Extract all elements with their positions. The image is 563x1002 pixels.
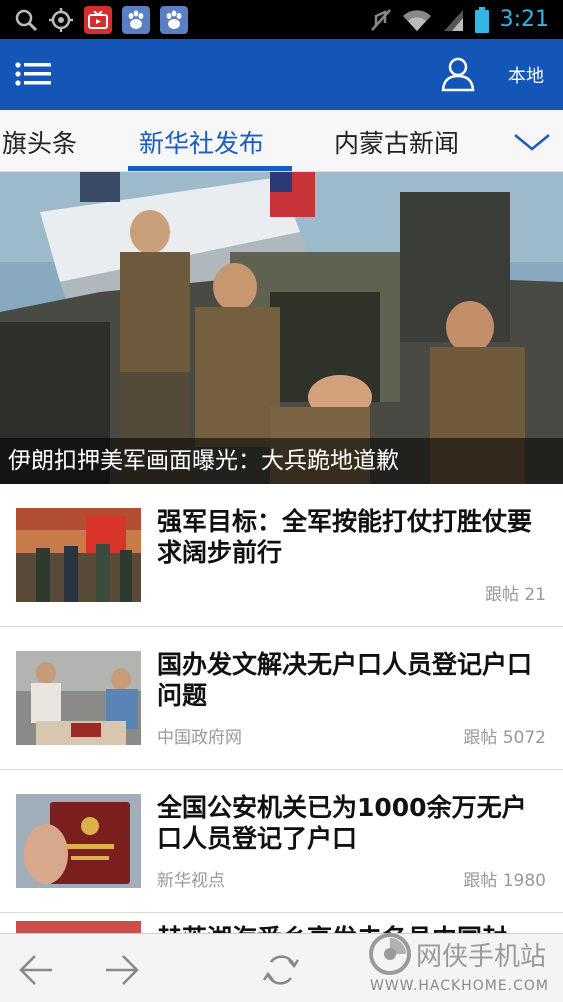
gps-icon [49, 7, 73, 32]
news-title: 强军目标：全军按能打仗打胜仗要求阔步前行 [157, 507, 533, 567]
list-item[interactable]: 强军目标：全军按能打仗打胜仗要求阔步前行 跟帖 21 [0, 484, 563, 627]
news-thumbnail [16, 921, 141, 933]
baidu-icon [122, 5, 150, 34]
list-item[interactable]: 全国公安机关已为1000余万无户口人员登记了户口 新华视点 跟帖 1980 [0, 770, 563, 913]
mute-icon [370, 8, 391, 31]
tab-inner-mongolia-news[interactable]: 内蒙古新闻 [334, 124, 459, 160]
comment-count: 跟帖 1980 [463, 871, 546, 891]
comment-count: 跟帖 5072 [463, 728, 546, 748]
comment-count: 跟帖 21 [484, 585, 546, 605]
forward-arrow-icon[interactable] [104, 952, 140, 988]
signal-icon [443, 9, 463, 31]
news-source: 新华视点 [157, 871, 225, 891]
tab-headlines[interactable]: 旗头条 [2, 124, 77, 160]
active-tab-indicator [128, 166, 292, 171]
refresh-icon[interactable] [263, 952, 299, 988]
baidu-icon [160, 5, 188, 34]
channel-tabs: 旗头条 新华社发布 内蒙古新闻 [0, 110, 563, 172]
battery-icon [474, 6, 489, 33]
chevron-down-icon[interactable] [512, 127, 552, 155]
news-thumbnail [16, 651, 141, 745]
news-list: 强军目标：全军按能打仗打胜仗要求阔步前行 跟帖 21 国办发文解决无户口人员登记… [0, 484, 563, 913]
list-menu-icon[interactable] [14, 61, 54, 91]
hero-caption: 伊朗扣押美军画面曝光：大兵跪地道歉 [0, 438, 563, 484]
list-item[interactable]: 国办发文解决无户口人员登记户口问题 中国政府网 跟帖 5072 [0, 627, 563, 770]
watermark-logo [369, 933, 411, 975]
news-title: 全国公安机关已为1000余万无户口人员登记了户口 [157, 793, 527, 853]
watermark-name: 网侠手机站 [416, 942, 547, 972]
news-title: 国办发文解决无户口人员登记户口问题 [157, 650, 533, 710]
status-bar: 3:21 [0, 0, 563, 39]
tab-xinhua-release[interactable]: 新华社发布 [139, 124, 264, 160]
news-source: 中国政府网 [157, 728, 242, 748]
news-thumbnail [16, 794, 141, 888]
search-icon [15, 9, 38, 31]
app-header: 本地 [0, 39, 563, 110]
watermark-url: WWW.HACKHOME.COM [370, 978, 549, 994]
user-icon[interactable] [440, 56, 476, 92]
clock: 3:21 [499, 7, 549, 32]
back-arrow-icon[interactable] [18, 952, 54, 988]
wifi-icon [402, 9, 431, 31]
local-button[interactable]: 本地 [508, 62, 544, 88]
site-watermark: 网侠手机站 WWW.HACKHOME.COM [368, 930, 563, 1002]
headline-banner[interactable]: 伊朗扣押美军画面曝光：大兵跪地道歉 [0, 172, 563, 484]
tv-app-icon [84, 5, 112, 34]
news-thumbnail [16, 508, 141, 602]
